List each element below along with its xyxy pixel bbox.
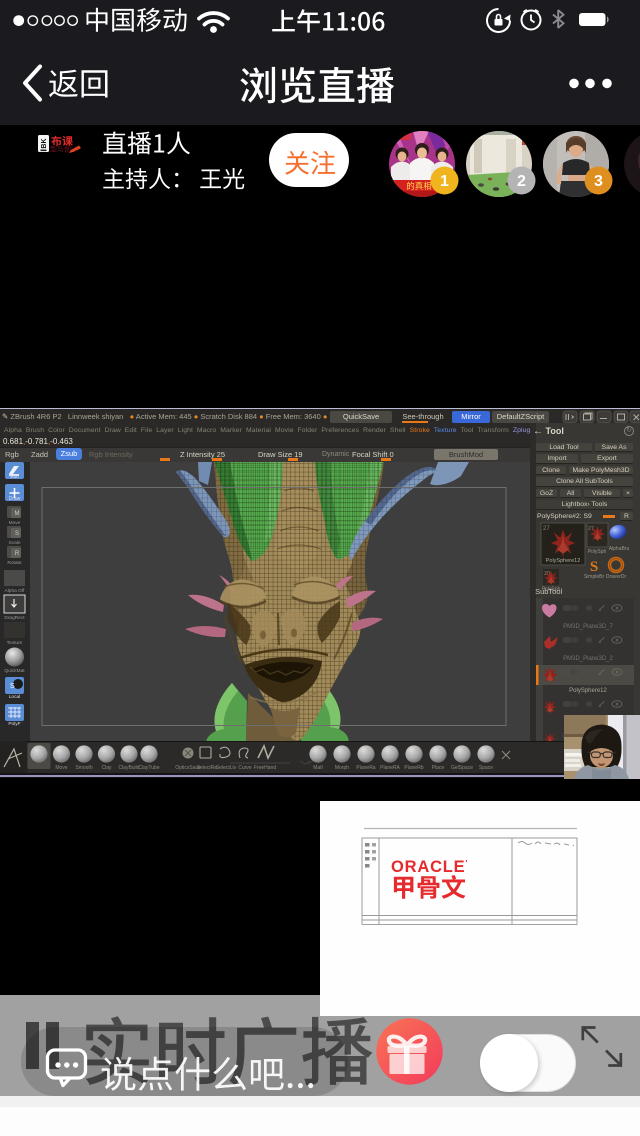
svg-text:Rotate: Rotate [7, 560, 21, 566]
svg-text:3: 3 [594, 173, 603, 190]
svg-text:27: 27 [543, 526, 550, 532]
svg-text:PolySph: PolySph [588, 549, 607, 555]
svg-text:S: S [15, 531, 19, 537]
svg-text:PM3D_Plane3D_7: PM3D_Plane3D_7 [563, 624, 613, 630]
svg-text:Space: Space [479, 765, 493, 771]
svg-text:Place: Place [432, 765, 445, 771]
svg-text:PM3D_Plane3D_2: PM3D_Plane3D_2 [563, 656, 613, 662]
svg-text:PlaneRb: PlaneRb [404, 765, 423, 771]
svg-text:PlaneRA: PlaneRA [380, 765, 400, 771]
svg-text:Move: Move [55, 765, 67, 771]
svg-text:BK: BK [41, 138, 48, 148]
svg-text:PolySphere12: PolySphere12 [546, 558, 581, 564]
svg-text:Edit: Edit [10, 474, 19, 480]
svg-text:Matl: Matl [313, 765, 322, 771]
svg-text:M: M [15, 511, 20, 517]
svg-text:AlphaBru: AlphaBru [609, 546, 630, 552]
svg-text:Move: Move [9, 520, 21, 526]
svg-text:Morph: Morph [335, 765, 349, 771]
svg-text:ClayBuild: ClayBuild [118, 765, 139, 771]
svg-text:QuickMat: QuickMat [4, 668, 25, 674]
svg-text:Local: Local [9, 694, 20, 700]
svg-text:R: R [15, 551, 20, 557]
svg-text:PolySphere12: PolySphere12 [569, 688, 607, 694]
svg-text:2: 2 [517, 173, 526, 190]
svg-text:1: 1 [440, 173, 449, 190]
svg-text:Draw: Draw [9, 496, 21, 502]
svg-text:GelSpace: GelSpace [451, 765, 473, 771]
svg-text:Curve: Curve [238, 765, 252, 771]
svg-text:SimpleBr: SimpleBr [584, 574, 605, 580]
svg-text:Scale: Scale [9, 540, 21, 546]
svg-text:FreeHand: FreeHand [254, 765, 276, 771]
svg-text:ClayTube: ClayTube [138, 765, 159, 771]
svg-text:Smooth: Smooth [75, 765, 92, 771]
svg-text:的真相: 的真相 [406, 181, 432, 191]
svg-text:DragRect: DragRect [4, 615, 25, 621]
svg-text:Clay: Clay [101, 765, 112, 771]
svg-text:SelectRe: SelectRe [197, 765, 218, 771]
svg-text:Texture: Texture [7, 640, 23, 646]
svg-text:SelectLiv: SelectLiv [216, 765, 237, 771]
svg-text:Alpha Off: Alpha Off [5, 588, 26, 594]
svg-text:PolyF: PolyF [8, 721, 20, 727]
svg-text:DraverDr: DraverDr [606, 574, 627, 580]
svg-text:S: S [590, 559, 598, 575]
svg-text:S: S [10, 683, 15, 690]
svg-text:PlaneRa: PlaneRa [356, 765, 375, 771]
